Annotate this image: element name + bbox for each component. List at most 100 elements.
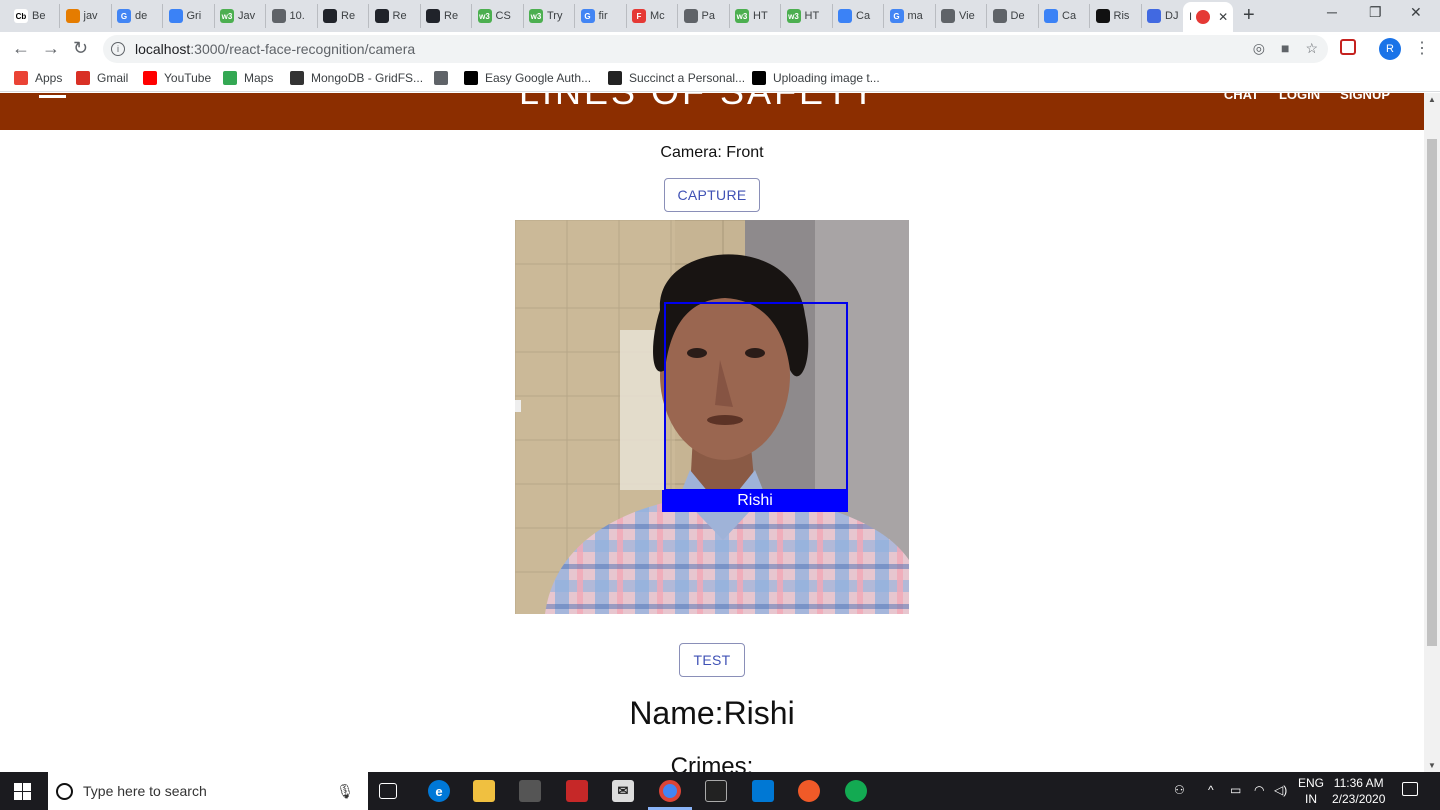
- system-clock[interactable]: 11:36 AM 2/23/2020: [1332, 775, 1385, 807]
- people-icon[interactable]: ⚇: [1174, 783, 1185, 797]
- browser-tab[interactable]: Gde: [111, 4, 163, 28]
- task-view-icon[interactable]: [379, 783, 397, 799]
- face-label: Rishi: [662, 490, 848, 512]
- camera-in-use-icon[interactable]: ■: [1281, 40, 1289, 57]
- tab-favicon-icon: G: [580, 9, 595, 23]
- location-icon[interactable]: ◎: [1253, 40, 1265, 57]
- mongodb-compass-icon[interactable]: [845, 780, 867, 802]
- bookmark-item[interactable]: Uploading image t...: [752, 71, 880, 85]
- region-code: IN: [1305, 792, 1317, 806]
- forward-button[interactable]: →: [42, 38, 60, 59]
- browser-tab[interactable]: Vie: [935, 4, 987, 28]
- browser-toolbar: ← → ↻ i localhost:3000/react-face-recogn…: [0, 32, 1440, 66]
- nav-chat[interactable]: CHAT: [1224, 93, 1259, 102]
- page-scrollbar[interactable]: ▲ ▼: [1424, 93, 1440, 772]
- battery-icon[interactable]: ▭: [1230, 783, 1241, 797]
- scroll-down-icon[interactable]: ▼: [1428, 761, 1436, 770]
- tab-title: Vie: [959, 10, 975, 22]
- active-tab[interactable]: I ✕: [1183, 2, 1233, 32]
- edge-icon[interactable]: e: [428, 780, 450, 802]
- site-info-icon[interactable]: i: [111, 42, 125, 56]
- browser-tab[interactable]: F Mc: [626, 4, 678, 28]
- tab-favicon-icon: G: [889, 9, 904, 23]
- windows-start-icon[interactable]: [14, 783, 31, 800]
- bookmark-star-icon[interactable]: ☆: [1305, 40, 1318, 57]
- bookmark-item[interactable]: Gmail: [76, 71, 128, 85]
- nav-signup[interactable]: SIGNUP: [1340, 93, 1390, 102]
- browser-tab[interactable]: Re: [317, 4, 369, 28]
- tab-favicon-icon: [1095, 9, 1110, 23]
- bookmark-item[interactable]: Easy Google Auth...: [464, 71, 591, 85]
- bookmark-item[interactable]: Apps: [14, 71, 62, 85]
- bookmark-item[interactable]: MongoDB - GridFS...: [290, 71, 423, 85]
- tab-title: 10.: [289, 10, 305, 22]
- tray-chevron-icon[interactable]: ^: [1208, 783, 1214, 797]
- apps-grid-icon: [14, 71, 28, 85]
- browser-tab[interactable]: Pa: [678, 4, 730, 28]
- tab-title: de: [135, 10, 148, 22]
- profile-avatar[interactable]: R: [1379, 38, 1401, 60]
- browser-tab[interactable]: Re: [420, 4, 472, 28]
- bookmark-item[interactable]: [434, 71, 455, 85]
- browser-tab[interactable]: w3 Jav: [214, 4, 266, 28]
- youtube-icon: [143, 71, 157, 85]
- browser-tab[interactable]: Gma: [884, 4, 936, 28]
- bookmark-label: Apps: [35, 71, 63, 85]
- capture-button[interactable]: CAPTURE: [664, 178, 760, 212]
- mail-icon[interactable]: ✉: [612, 780, 634, 802]
- browser-tab[interactable]: w3 Try: [523, 4, 575, 28]
- browser-tab[interactable]: w3 CS: [472, 4, 524, 28]
- volume-icon[interactable]: ◁): [1274, 783, 1287, 797]
- window-close-button[interactable]: ✕: [1410, 4, 1422, 21]
- hamburger-menu-icon[interactable]: [39, 93, 66, 103]
- browser-tab[interactable]: Re: [369, 4, 421, 28]
- tab-title: Gri: [186, 10, 202, 22]
- taskbar-search[interactable]: Type here to search 🎙: [48, 772, 368, 810]
- windows-taskbar: Type here to search 🎙 e ✉ ⚇ ^ ▭ ◠ ◁) ENG…: [0, 772, 1440, 810]
- scrollbar-thumb[interactable]: [1427, 139, 1437, 646]
- bookmark-item[interactable]: Succinct a Personal...: [608, 71, 745, 85]
- chrome-icon[interactable]: [659, 780, 681, 802]
- browser-tab[interactable]: jav: [60, 4, 112, 28]
- nav-login[interactable]: LOGIN: [1279, 93, 1320, 102]
- browser-tab[interactable]: Gfir: [575, 4, 627, 28]
- browser-tab[interactable]: w3 HT: [729, 4, 781, 28]
- bookmark-label: MongoDB - GridFS...: [311, 71, 424, 85]
- browser-tab[interactable]: Cb Be: [8, 4, 60, 28]
- language-indicator[interactable]: ENG IN: [1298, 775, 1324, 807]
- browser-tab[interactable]: De: [987, 4, 1039, 28]
- gift-app-icon[interactable]: [566, 780, 588, 802]
- window-maximize-button[interactable]: ❐: [1369, 4, 1382, 21]
- tab-close-icon[interactable]: ✕: [1218, 10, 1228, 24]
- wifi-icon[interactable]: ◠: [1254, 783, 1264, 797]
- bookmark-label: Maps: [244, 71, 274, 85]
- browser-tab[interactable]: Ca: [1038, 4, 1090, 28]
- browser-tab[interactable]: w3 HT: [781, 4, 833, 28]
- microphone-icon[interactable]: 🎙: [336, 783, 354, 800]
- browser-tab[interactable]: 10.: [266, 4, 318, 28]
- browser-menu-icon[interactable]: ⋮: [1414, 38, 1430, 58]
- extension-icon[interactable]: [1340, 39, 1356, 55]
- webcam-feed: Rishi: [515, 220, 909, 614]
- bookmark-item[interactable]: YouTube: [143, 71, 211, 85]
- address-bar[interactable]: i localhost:3000/react-face-recognition/…: [103, 35, 1328, 63]
- window-minimize-button[interactable]: ─: [1327, 4, 1337, 20]
- bookmark-label: Succinct a Personal...: [629, 71, 746, 85]
- test-button[interactable]: TEST: [679, 643, 745, 677]
- back-button[interactable]: ←: [12, 38, 30, 59]
- terminal-icon[interactable]: [705, 780, 727, 802]
- tab-title: Try: [547, 10, 563, 22]
- postman-icon[interactable]: [798, 780, 820, 802]
- scroll-up-icon[interactable]: ▲: [1428, 95, 1436, 104]
- browser-tab[interactable]: Ca: [832, 4, 884, 28]
- bookmark-item[interactable]: Maps: [223, 71, 273, 85]
- store-icon[interactable]: [519, 780, 541, 802]
- vscode-icon[interactable]: [752, 780, 774, 802]
- browser-tab[interactable]: Gri: [163, 4, 215, 28]
- tab-favicon-icon: [683, 9, 698, 23]
- notifications-icon[interactable]: [1402, 782, 1418, 796]
- reload-button[interactable]: ↻: [73, 38, 88, 59]
- new-tab-button[interactable]: +: [1243, 4, 1255, 27]
- browser-tab[interactable]: Ris: [1090, 4, 1142, 28]
- file-explorer-icon[interactable]: [473, 780, 495, 802]
